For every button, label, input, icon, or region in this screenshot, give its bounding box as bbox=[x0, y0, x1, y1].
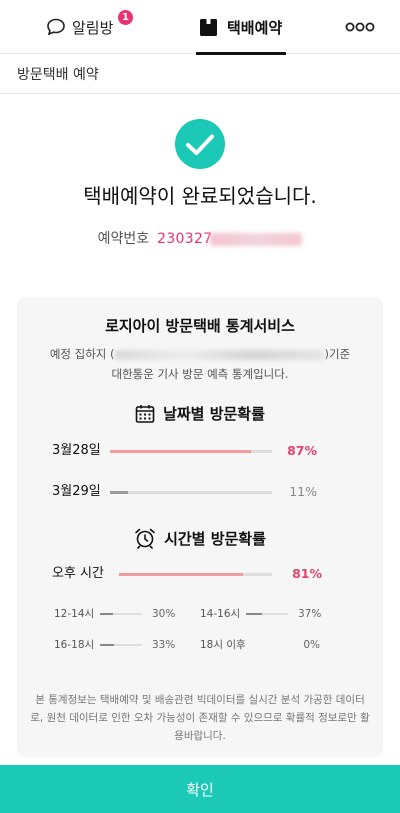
date-section-header: 날짜별 방문확률 bbox=[17, 403, 383, 424]
check-circle-icon bbox=[175, 119, 225, 169]
more-icon[interactable] bbox=[345, 20, 375, 34]
reservation-number: 230327 bbox=[157, 231, 213, 247]
time-main-bar-track bbox=[119, 573, 272, 576]
desc-prefix: 예정 집하지 ( bbox=[49, 347, 115, 361]
time-slot-track bbox=[100, 644, 142, 646]
time-main-row: 오후 시간 81% bbox=[17, 564, 383, 584]
time-slot-label: 14-16시 bbox=[200, 608, 241, 620]
time-slot-fill bbox=[100, 613, 113, 615]
chat-bubble-icon bbox=[47, 18, 65, 36]
time-slot-label: 16-18시 bbox=[54, 639, 95, 651]
tab-parcel-reservation[interactable]: 택배예약 bbox=[195, 0, 287, 55]
date-row-label: 3월29일 bbox=[52, 484, 101, 499]
stats-description: 예정 집하지 ( )기준 대한통운 기사 방문 예측 통계입니다. bbox=[17, 344, 383, 384]
redacted-address bbox=[114, 349, 325, 360]
date-section-title: 날짜별 방문확률 bbox=[163, 405, 265, 423]
date-bar-track bbox=[110, 450, 272, 453]
tab-chat-label: 알림방 bbox=[72, 18, 114, 37]
alarm-clock-icon bbox=[135, 528, 155, 549]
confirm-button[interactable]: 확인 bbox=[0, 765, 400, 813]
date-row-label: 3월28일 bbox=[52, 443, 101, 458]
time-slot-percent: 30% bbox=[152, 608, 176, 620]
time-slot-label: 12-14시 bbox=[54, 608, 95, 620]
date-row: 3월29일 11% bbox=[17, 482, 383, 502]
date-row: 3월28일 87% bbox=[17, 441, 383, 461]
reservation-number-row: 예약번호 230327 bbox=[0, 228, 400, 248]
desc-suffix: )기준 bbox=[324, 347, 351, 361]
box-icon bbox=[200, 18, 217, 36]
time-slot: 14-16시 37% bbox=[200, 606, 325, 622]
completion-title: 택배예약이 완료되었습니다. bbox=[83, 184, 317, 208]
page-title: 방문택배 예약 bbox=[17, 66, 99, 83]
desc-line2: 대한통운 기사 방문 예측 통계입니다. bbox=[111, 367, 289, 381]
time-slot: 16-18시 33% bbox=[54, 637, 179, 653]
time-slot-percent: 0% bbox=[303, 639, 320, 651]
date-row-percent: 87% bbox=[287, 443, 317, 458]
time-main-percent: 81% bbox=[292, 566, 322, 581]
time-slot-percent: 37% bbox=[298, 608, 322, 620]
page-subheader: 방문택배 예약 bbox=[0, 54, 400, 94]
stats-card: 로지아이 방문택배 통계서비스 예정 집하지 ( )기준 대한통운 기사 방문 예… bbox=[17, 297, 383, 757]
time-main-label: 오후 시간 bbox=[52, 566, 104, 581]
time-slot-track bbox=[246, 613, 288, 615]
redacted-number bbox=[210, 232, 303, 246]
time-slot: 18시 이후 0% bbox=[200, 637, 325, 653]
date-bar-fill bbox=[110, 491, 128, 494]
stats-title: 로지아이 방문택배 통계서비스 bbox=[105, 317, 295, 335]
tab-chat[interactable]: 알림방 1 bbox=[46, 0, 133, 54]
date-row-percent: 11% bbox=[289, 484, 317, 499]
time-slot-label: 18시 이후 bbox=[200, 639, 246, 651]
time-main-bar-fill bbox=[119, 573, 243, 576]
stats-notice: 본 통계정보는 택배예약 및 배송관련 빅데이터를 실시간 분석 가공한 데이터… bbox=[30, 694, 370, 742]
date-bar-track bbox=[110, 491, 272, 494]
time-slot-percent: 33% bbox=[152, 639, 176, 651]
calendar-icon bbox=[135, 404, 155, 423]
top-tab-bar: 알림방 1 택배예약 bbox=[0, 0, 400, 55]
notification-badge: 1 bbox=[118, 10, 133, 25]
reservation-number-label: 예약번호 bbox=[97, 231, 150, 247]
time-slot-fill bbox=[100, 644, 114, 646]
time-slot-track bbox=[100, 613, 142, 615]
date-bar-fill bbox=[110, 450, 251, 453]
time-slot-fill bbox=[246, 613, 262, 615]
time-section-header: 시간별 방문확률 bbox=[17, 527, 383, 549]
time-slot: 12-14시 30% bbox=[54, 606, 179, 622]
time-section-title: 시간별 방문확률 bbox=[164, 529, 266, 548]
tab-parcel-label: 택배예약 bbox=[227, 18, 283, 37]
